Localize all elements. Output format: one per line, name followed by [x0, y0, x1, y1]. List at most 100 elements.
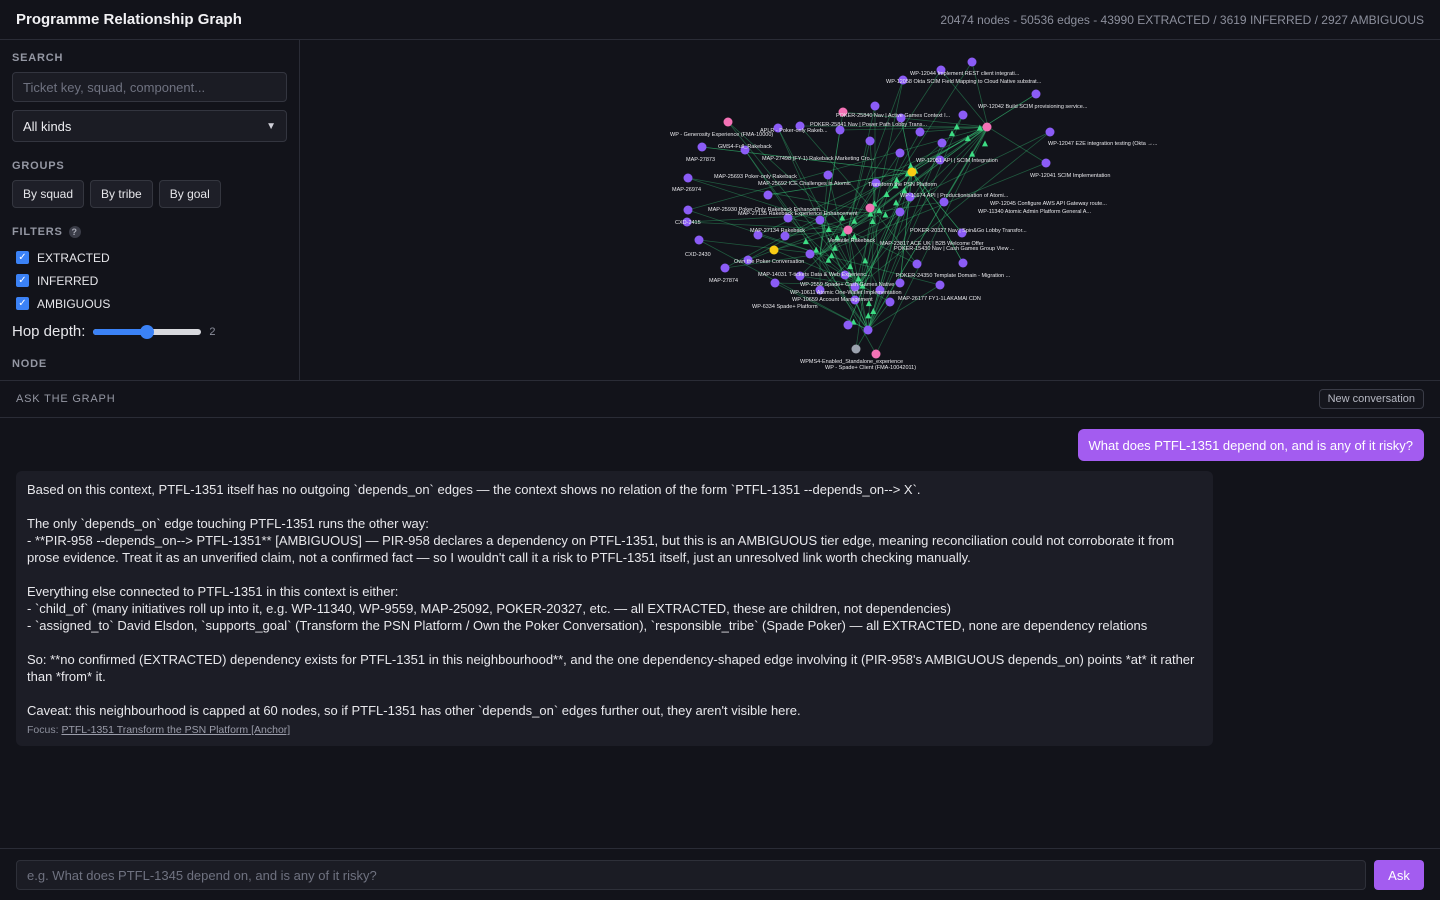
filter-inferred[interactable]: ✓ INFERRED — [12, 269, 287, 292]
filter-label: EXTRACTED — [37, 250, 110, 265]
search-section-label: SEARCH — [12, 52, 64, 64]
graph-node-label: POKER-20327 Nav | Spin&Go Lobby Transfor… — [910, 228, 1027, 234]
graph-node-label: MAP-25693 Poker-only Rakeback — [714, 174, 797, 180]
graph-node[interactable] — [763, 190, 773, 200]
ask-header: ASK THE GRAPH New conversation — [0, 380, 1440, 418]
graph-node-label: APLR - Poker-only Rakeb... — [760, 128, 828, 134]
graph-node[interactable] — [967, 57, 977, 67]
checkbox-checked-icon[interactable]: ✓ — [16, 297, 29, 310]
group-by-tribe-button[interactable]: By tribe — [90, 180, 153, 208]
graph-node[interactable] — [769, 245, 779, 255]
graph-node[interactable] — [823, 170, 833, 180]
edge-arrowhead — [865, 312, 872, 319]
graph-node[interactable] — [935, 280, 945, 290]
filters-section-label: FILTERS ? — [12, 226, 287, 238]
graph-node[interactable] — [885, 297, 895, 307]
graph-node[interactable] — [1031, 89, 1041, 99]
graph-node[interactable] — [982, 122, 992, 132]
graph-node[interactable] — [863, 325, 873, 335]
graph-node-label: MAP-27873 — [686, 157, 715, 163]
graph-node[interactable] — [720, 263, 730, 273]
graph-node[interactable] — [871, 349, 881, 359]
graph-node-label: WP-10611 Atomic One-Wallet Implementatio… — [790, 290, 902, 296]
graph-node[interactable] — [895, 207, 905, 217]
graph-node-label: WP-12045 Configure AWS API Gateway route… — [990, 201, 1107, 207]
filter-label: AMBIGUOUS — [37, 296, 111, 311]
graph-node-label: MAP-26974 — [672, 187, 701, 193]
graph-node[interactable] — [683, 173, 693, 183]
filter-ambiguous[interactable]: ✓ AMBIGUOUS — [12, 292, 287, 315]
filter-extracted[interactable]: ✓ EXTRACTED — [12, 246, 287, 269]
group-by-goal-button[interactable]: By goal — [158, 180, 221, 208]
question-input[interactable] — [16, 860, 1366, 890]
graph-node[interactable] — [895, 278, 905, 288]
graph-node-label: MAP-26177 FY1-1LAKAMAI CDN — [898, 296, 981, 302]
edge-arrowhead — [813, 246, 820, 253]
hop-depth-label: Hop depth: — [12, 323, 86, 340]
graph-node[interactable] — [694, 235, 704, 245]
checkbox-checked-icon[interactable]: ✓ — [16, 274, 29, 287]
search-input[interactable] — [12, 72, 287, 102]
graph-node-label: MAP-27134 Rakeback — [750, 228, 805, 234]
graph-node[interactable] — [870, 101, 880, 111]
kind-select[interactable]: All kinds ▼ — [12, 110, 287, 142]
app-title: Programme Relationship Graph — [16, 11, 242, 28]
graph-node[interactable] — [683, 205, 693, 215]
answer-paragraph: Based on this context, PTFL-1351 itself … — [27, 482, 921, 497]
answer-line: The only `depends_on` edge touching PTFL… — [27, 516, 429, 531]
graph-node[interactable] — [1045, 127, 1055, 137]
hop-depth-slider[interactable] — [93, 324, 202, 339]
focus-link[interactable]: PTFL-1351 Transform the PSN Platform [An… — [61, 724, 290, 736]
graph-node[interactable] — [851, 344, 861, 354]
graph-node[interactable] — [907, 167, 917, 177]
new-conversation-button[interactable]: New conversation — [1318, 389, 1424, 409]
hop-depth-value: 2 — [209, 325, 216, 338]
graph-node[interactable] — [915, 127, 925, 137]
graph-node[interactable] — [958, 110, 968, 120]
answer-paragraph: Caveat: this neighbourhood is capped at … — [27, 703, 801, 718]
graph-node[interactable] — [697, 142, 707, 152]
groups-section-label: GROUPS — [12, 160, 65, 172]
input-bar: Ask — [0, 848, 1440, 900]
graph-node-label: Versatile Rakeback — [828, 238, 875, 244]
graph-node[interactable] — [895, 148, 905, 158]
ask-button[interactable]: Ask — [1374, 860, 1424, 890]
graph-node-label: Own the Poker Conversation — [734, 259, 804, 265]
graph-node[interactable] — [937, 138, 947, 148]
graph-canvas[interactable]: WP-12044 Implement REST client integrati… — [300, 40, 1440, 380]
filters-label: FILTERS — [12, 226, 63, 238]
graph-node-label: WP-11674 API | Productionisation of Atom… — [900, 193, 1009, 199]
graph-svg[interactable]: WP-12044 Implement REST client integrati… — [300, 40, 1440, 380]
graph-node-label: POKER-15430 Nav | Cash Games Group View … — [894, 246, 1015, 252]
graph-node[interactable] — [770, 278, 780, 288]
graph-node-label: MAP-27135 Rakeback Experience Enhancemen… — [738, 211, 858, 217]
hop-depth-control: Hop depth: 2 — [12, 323, 287, 340]
group-by-squad-button[interactable]: By squad — [12, 180, 85, 208]
graph-node[interactable] — [843, 225, 853, 235]
answer-line: Everything else connected to PTFL-1351 i… — [27, 584, 399, 599]
graph-node[interactable] — [1041, 158, 1051, 168]
graph-node-label: MAP-27874 — [709, 278, 738, 284]
graph-node-label: WP-12042 Build SCIM provisioning service… — [978, 104, 1088, 110]
graph-node[interactable] — [723, 117, 733, 127]
help-icon[interactable]: ? — [68, 226, 81, 238]
focus-line: Focus: PTFL-1351 Transform the PSN Platf… — [27, 722, 1202, 739]
checkbox-checked-icon[interactable]: ✓ — [16, 251, 29, 264]
edge-arrowhead — [969, 150, 976, 157]
graph-node[interactable] — [912, 259, 922, 269]
graph-node[interactable] — [843, 320, 853, 330]
top-bar: Programme Relationship Graph 20474 nodes… — [0, 0, 1440, 40]
answer-line: - **PIR-958 --depends_on--> PTFL-1351** … — [27, 533, 1175, 565]
graph-node[interactable] — [805, 249, 815, 259]
answer-line: - `child_of` (many initiatives roll up i… — [27, 601, 951, 616]
graph-node-label: MAP-25692 ICE Challenges in Atomic — [758, 181, 851, 187]
graph-node[interactable] — [865, 203, 875, 213]
graph-node-label: Transform the PSN Platform — [868, 182, 937, 188]
slider-thumb[interactable] — [140, 324, 155, 339]
graph-node[interactable] — [865, 136, 875, 146]
graph-node-label: WP-12047 E2E integration testing (Okta →… — [1048, 141, 1158, 147]
graph-node[interactable] — [958, 258, 968, 268]
filter-label: INFERRED — [37, 273, 99, 288]
graph-node-label: POKER-24350 Template Domain - Migration … — [896, 273, 1011, 279]
group-buttons: By squad By tribe By goal — [12, 180, 287, 208]
